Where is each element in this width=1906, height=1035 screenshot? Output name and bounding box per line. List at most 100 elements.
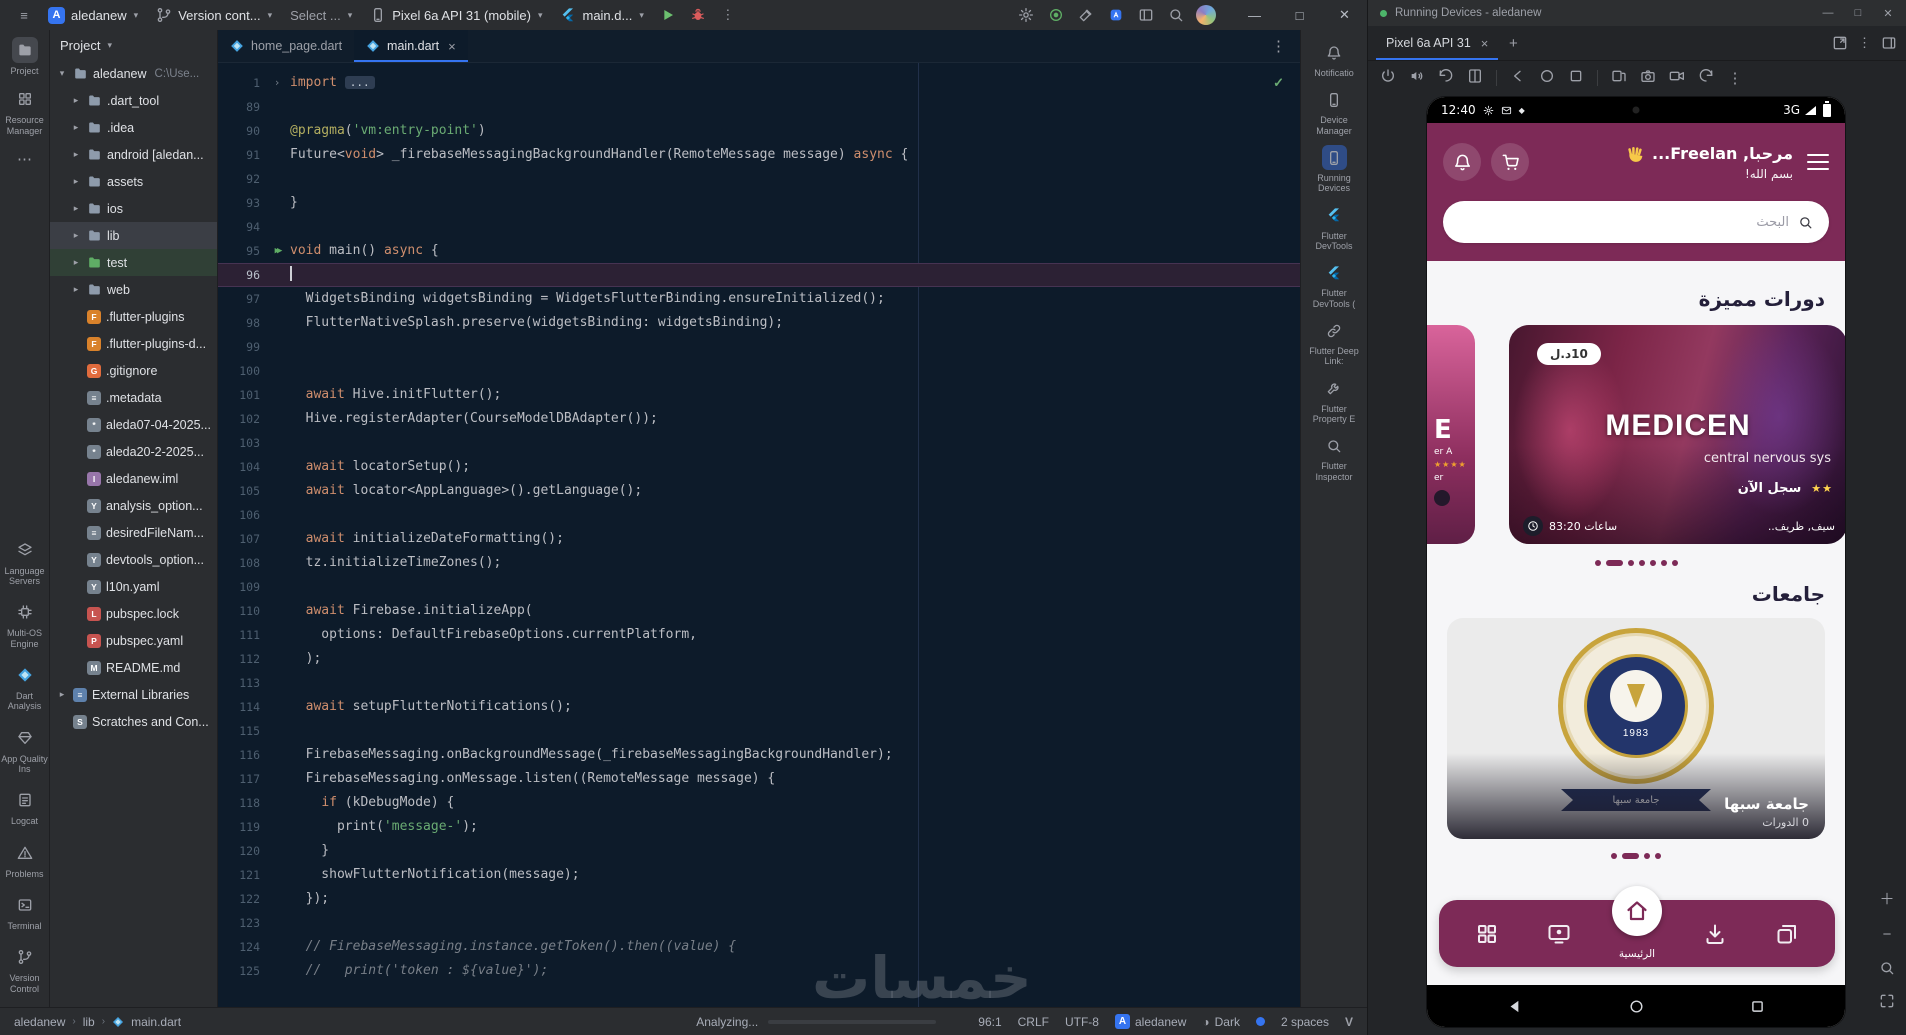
tree-item-metadata[interactable]: ≡ .metadata — [50, 384, 217, 411]
close-button[interactable]: ✕ — [1322, 0, 1367, 30]
code-line-111[interactable]: 111 options: DefaultFirebaseOptions.curr… — [218, 623, 1300, 647]
zoom-out-icon[interactable]: − — [1883, 926, 1892, 943]
tree-item-flutter-plugins[interactable]: F .flutter-plugins — [50, 303, 217, 330]
editor-tab-home_page-dart[interactable]: home_page.dart — [218, 30, 354, 62]
carousel-dot[interactable] — [1605, 560, 1623, 566]
code-line-98[interactable]: 98 FlutterNativeSplash.preserve(widgetsB… — [218, 311, 1300, 335]
run-target-selector[interactable]: Select ... ▾ — [282, 3, 360, 27]
line-number[interactable]: 125 — [218, 959, 264, 983]
device-restart-button[interactable] — [1698, 68, 1714, 87]
line-number[interactable]: 92 — [218, 167, 264, 191]
tree-item-scratches-and-con[interactable]: S Scratches and Con... — [50, 708, 217, 735]
line-number[interactable]: 110 — [218, 599, 264, 623]
line-number[interactable]: 116 — [218, 743, 264, 767]
device-fold-button[interactable] — [1467, 68, 1483, 87]
vcs-widget[interactable]: Version cont... ▾ — [148, 3, 280, 27]
line-number[interactable]: 119 — [218, 815, 264, 839]
line-number[interactable]: 93 — [218, 191, 264, 215]
tree-item-assets[interactable]: ▸ assets — [50, 168, 217, 195]
layout-button[interactable] — [1132, 3, 1160, 27]
project-panel-header[interactable]: Project ▾ — [50, 30, 217, 60]
code-line-89[interactable]: 89 — [218, 95, 1300, 119]
debug-button[interactable] — [684, 3, 712, 27]
code-line-94[interactable]: 94 — [218, 215, 1300, 239]
tool-button-app-quality-insights[interactable]: App Quality Ins — [0, 724, 49, 776]
tree-item-aledanew[interactable]: ▾ aledanew C:\Use... — [50, 60, 217, 87]
code-editor[interactable]: ✓ 1 › import ... 89 90 @pragma('vm:entry-poin… — [218, 63, 1300, 1007]
indent-setting[interactable]: 2 spaces — [1281, 1015, 1329, 1029]
code-line-110[interactable]: 110 await Firebase.initializeApp( — [218, 599, 1300, 623]
carousel-dot[interactable] — [1594, 560, 1601, 566]
theme-widget[interactable]: ◑ Dark — [1202, 1015, 1240, 1029]
carousel-dot[interactable] — [1671, 560, 1678, 566]
notifications-button[interactable] — [1443, 143, 1481, 181]
more-actions-icon[interactable]: ⋮ — [714, 3, 742, 27]
android-recents-icon[interactable] — [1749, 998, 1766, 1015]
line-number[interactable]: 106 — [218, 503, 264, 527]
fold-gutter-icon[interactable]: › — [264, 71, 290, 95]
close-tab-icon[interactable]: × — [1481, 36, 1489, 51]
device-overview-button[interactable] — [1568, 68, 1584, 87]
tool-button-flutter-property-editor[interactable]: Flutter Property E — [1303, 376, 1365, 425]
line-number[interactable]: 104 — [218, 455, 264, 479]
code-line-96[interactable]: 96 — [218, 263, 1300, 287]
line-number[interactable]: 97 — [218, 287, 264, 311]
code-line-118[interactable]: 118 if (kDebugMode) { — [218, 791, 1300, 815]
breadcrumb-file[interactable]: main.dart — [131, 1015, 181, 1029]
line-number[interactable]: 99 — [218, 335, 264, 359]
minimize-button[interactable]: — — [1813, 0, 1843, 26]
device-power-button[interactable] — [1380, 68, 1396, 87]
tree-item-desiredfilenam[interactable]: ≡ desiredFileNam... — [50, 519, 217, 546]
tree-item-readme-md[interactable]: M README.md — [50, 654, 217, 681]
nav-home-button[interactable] — [1612, 886, 1662, 936]
tool-button-multi-os-engine[interactable]: Multi-OS Engine — [0, 598, 49, 650]
universities-dot[interactable] — [1622, 853, 1639, 859]
line-number[interactable]: 101 — [218, 383, 264, 407]
add-device-button[interactable]: + — [1498, 26, 1528, 60]
project-widget-status[interactable]: A aledanew — [1114, 1014, 1186, 1029]
line-ending[interactable]: CRLF — [1018, 1015, 1049, 1029]
code-line-102[interactable]: 102 Hive.registerAdapter(CourseModelDBAd… — [218, 407, 1300, 431]
device-record-button[interactable] — [1669, 68, 1685, 87]
vim-plugin-icon[interactable]: V — [1345, 1015, 1353, 1029]
more-options-icon[interactable]: ⋮ — [1858, 35, 1871, 51]
line-number[interactable]: 109 — [218, 575, 264, 599]
run-gutter-icon[interactable]: ▶▶ — [264, 239, 290, 263]
tool-button-running-devices[interactable]: Running Devices — [1303, 145, 1365, 194]
device-back-button[interactable] — [1510, 68, 1526, 87]
magnifier-icon[interactable] — [1879, 960, 1895, 976]
course-card[interactable]: 10د.ل MEDICEN central nervous sys سجل ال… — [1509, 325, 1845, 544]
search-input[interactable]: البحث — [1443, 201, 1829, 243]
code-line-106[interactable]: 106 — [218, 503, 1300, 527]
tree-item-web[interactable]: ▸ web — [50, 276, 217, 303]
previous-course-card[interactable]: E er A ★★★★ er — [1427, 325, 1475, 544]
tool-button-project[interactable]: Project — [0, 36, 49, 77]
zoom-in-icon[interactable]: ＋ — [1879, 888, 1894, 909]
carousel-dot[interactable] — [1627, 560, 1634, 566]
editor-tab-main-dart[interactable]: main.dart × — [354, 30, 468, 62]
tool-button-problems[interactable]: Problems — [0, 839, 49, 880]
line-number[interactable]: 108 — [218, 551, 264, 575]
tab-options-icon[interactable]: ⋮ — [1257, 30, 1300, 62]
panel-layout-icon[interactable] — [1881, 35, 1897, 51]
universities-dot[interactable] — [1611, 853, 1617, 859]
line-number[interactable]: 98 — [218, 311, 264, 335]
code-line-91[interactable]: 91 Future<void> _firebaseMessagingBackgro… — [218, 143, 1300, 167]
tree-item-pubspec-yaml[interactable]: Ppubspec.yaml — [50, 627, 217, 654]
breadcrumb-project[interactable]: aledanew — [14, 1015, 65, 1029]
nav-library-button[interactable] — [1775, 922, 1799, 946]
fit-to-window-icon[interactable] — [1879, 993, 1895, 1009]
project-widget[interactable]: A aledanew ▾ — [40, 3, 146, 27]
code-line-112[interactable]: 112 ); — [218, 647, 1300, 671]
nav-categories-button[interactable] — [1475, 922, 1499, 946]
file-encoding[interactable]: UTF-8 — [1065, 1015, 1099, 1029]
tool-button-flutter-inspector[interactable]: Flutter Inspector — [1303, 433, 1365, 482]
line-number[interactable]: 118 — [218, 791, 264, 815]
enroll-now-button[interactable]: سجل الآن — [1738, 481, 1802, 496]
code-line-107[interactable]: 107 await initializeDateFormatting(); — [218, 527, 1300, 551]
device-selector[interactable]: Pixel 6a API 31 (mobile) ▾ — [362, 3, 550, 27]
code-line-1[interactable]: 1 › import ... — [218, 71, 1300, 95]
code-line-90[interactable]: 90 @pragma('vm:entry-point') — [218, 119, 1300, 143]
device-home-round-button[interactable] — [1539, 68, 1555, 87]
line-number[interactable]: 1 — [218, 71, 264, 95]
